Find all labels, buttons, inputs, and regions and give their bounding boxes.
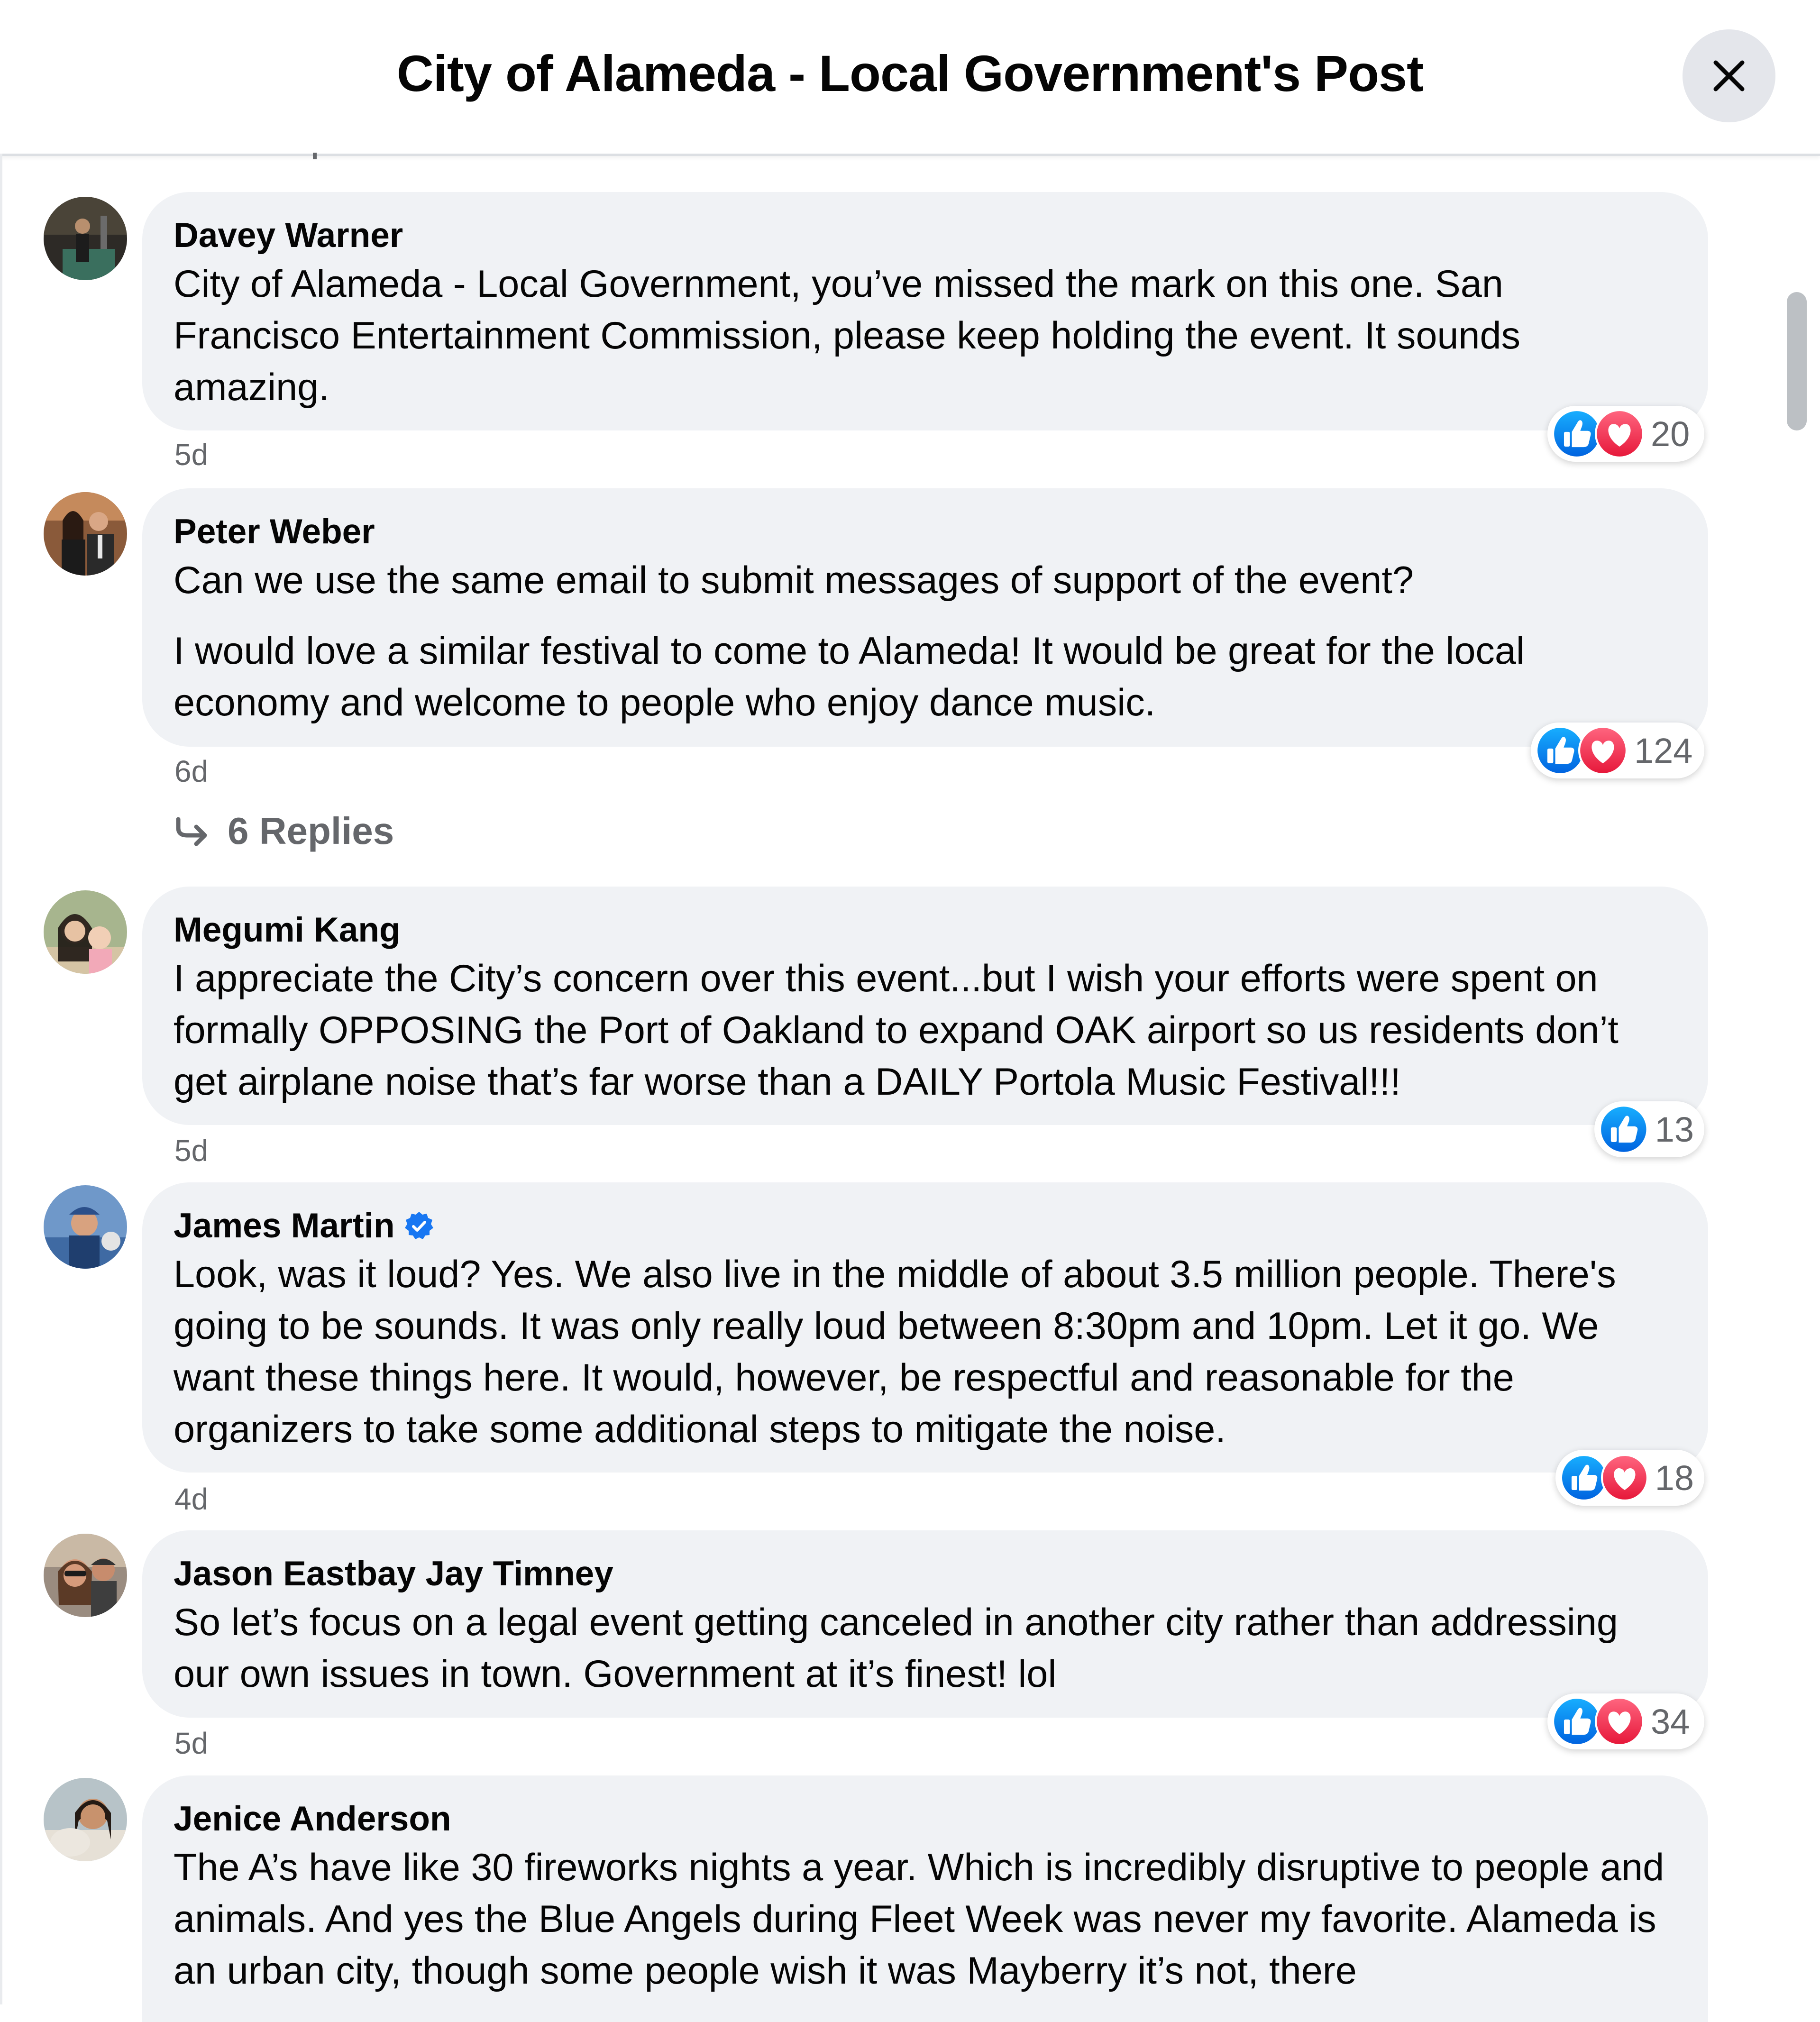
comment-time[interactable]: 6d: [174, 754, 208, 789]
comment-time[interactable]: 5d: [174, 437, 208, 472]
comment-paragraph: The A’s have like 30 fireworks nights a …: [174, 1846, 1665, 1992]
comment-author[interactable]: Jason Eastbay Jay Timney: [174, 1551, 1677, 1597]
like-icon: [1599, 1105, 1648, 1154]
reply-arrow-icon: [176, 817, 207, 846]
avatar[interactable]: [44, 492, 127, 576]
avatar[interactable]: [44, 197, 127, 280]
comment-time[interactable]: 5d: [174, 1133, 208, 1168]
reaction-count: 13: [1655, 1109, 1694, 1149]
reaction-summary[interactable]: 13: [1594, 1101, 1704, 1157]
reaction-summary[interactable]: 18: [1555, 1450, 1704, 1506]
reaction-count: 34: [1651, 1702, 1690, 1741]
love-icon: [1595, 1697, 1644, 1746]
dialog-title: City of Alameda - Local Government's Pos…: [396, 45, 1424, 102]
love-icon: [1578, 726, 1628, 775]
close-icon: [1713, 60, 1745, 91]
avatar[interactable]: [44, 1185, 127, 1269]
close-button[interactable]: [1683, 29, 1775, 122]
like-icon: [1552, 1697, 1601, 1746]
comment-text: Look, was it loud? Yes. We also live in …: [174, 1249, 1677, 1455]
view-replies-button[interactable]: 6 Replies: [174, 809, 394, 853]
comment-paragraph: I appreciate the City’s concern over thi…: [174, 957, 1619, 1103]
comment-text: The A’s have like 30 fireworks nights a …: [174, 1842, 1677, 1997]
comment-paragraph: Can we use the same email to submit mess…: [174, 559, 1414, 602]
love-icon: [1595, 409, 1644, 458]
like-icon: [1552, 409, 1601, 458]
comment-author[interactable]: Megumi Kang: [174, 907, 1677, 953]
comment-bubble: Davey Warner City of Alameda - Local Gov…: [142, 192, 1708, 430]
comment-text: Can we use the same email to submit mess…: [174, 555, 1677, 729]
comment-text: I appreciate the City’s concern over thi…: [174, 953, 1677, 1108]
dialog-left-border: [0, 154, 2, 2004]
comment-author[interactable]: Peter Weber: [174, 509, 1677, 555]
comment-bubble: Peter Weber Can we use the same email to…: [142, 488, 1708, 747]
like-icon: [1536, 726, 1585, 775]
reaction-summary[interactable]: 34: [1547, 1693, 1704, 1749]
comment-time[interactable]: 5d: [174, 1726, 208, 1761]
reaction-summary[interactable]: 124: [1531, 723, 1704, 778]
scrollbar-thumb[interactable]: [1787, 292, 1807, 430]
comment-text: So let’s focus on a legal event getting …: [174, 1597, 1677, 1700]
comment-text: City of Alameda - Local Government, you’…: [174, 258, 1677, 413]
reaction-count: 20: [1651, 414, 1690, 454]
previous-content-edge: [313, 153, 317, 159]
reaction-count: 124: [1634, 731, 1693, 770]
love-icon: [1601, 1453, 1648, 1502]
comment-paragraph: Look, was it loud? Yes. We also live in …: [174, 1253, 1616, 1451]
comment-paragraph: City of Alameda - Local Government, you’…: [174, 263, 1521, 409]
replies-label: 6 Replies: [228, 810, 394, 852]
comment-bubble: Jenice Anderson The A’s have like 30 fir…: [142, 1775, 1708, 2022]
comment-bubble: James Martin Look, was it loud? Yes. We …: [142, 1182, 1708, 1473]
comment-author: James Martin: [174, 1203, 1677, 1249]
reaction-summary[interactable]: 20: [1547, 406, 1704, 462]
reaction-count: 18: [1655, 1458, 1694, 1498]
avatar[interactable]: [44, 890, 127, 974]
comment-author-name[interactable]: James Martin: [174, 1203, 395, 1249]
dialog-header: City of Alameda - Local Government's Pos…: [0, 0, 1820, 156]
verified-icon: [403, 1210, 435, 1242]
comment-bubble: Jason Eastbay Jay Timney So let’s focus …: [142, 1530, 1708, 1718]
comment-author[interactable]: Davey Warner: [174, 213, 1677, 258]
avatar[interactable]: [44, 1534, 127, 1617]
comment-time[interactable]: 4d: [174, 1482, 208, 1517]
comment-author[interactable]: Jenice Anderson: [174, 1796, 1677, 1842]
avatar[interactable]: [44, 1778, 127, 1861]
comment-paragraph: I would love a similar festival to come …: [174, 630, 1525, 724]
comment-paragraph: So let’s focus on a legal event getting …: [174, 1601, 1618, 1695]
comment-bubble: Megumi Kang I appreciate the City’s conc…: [142, 887, 1708, 1125]
